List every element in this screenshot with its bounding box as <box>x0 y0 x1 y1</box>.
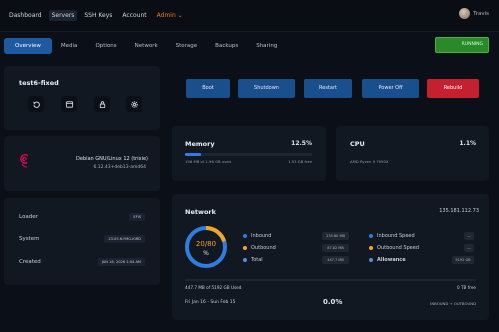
os-name: Debian GNU/Linux 12 (trixie) <box>75 156 148 162</box>
inbound-speed-dot <box>369 234 373 238</box>
tab-network[interactable]: Network <box>126 38 167 54</box>
gear-icon[interactable] <box>126 96 142 112</box>
allowance-progress-bar <box>185 279 476 281</box>
rebuild-button[interactable]: Rebuild <box>427 79 479 98</box>
user-menu[interactable]: Travis <box>459 8 489 19</box>
main-nav: Dashboard Servers SSH Keys Account Admin… <box>6 10 186 21</box>
tab-overview[interactable]: Overview <box>4 38 52 54</box>
outbound-value: 87.82 MB <box>322 244 349 252</box>
outbound-speed-dot <box>369 246 373 250</box>
total-dot <box>243 258 247 262</box>
cpu-percent: 1.1% <box>459 140 476 147</box>
system-value: 23.05.6-YMG-KIRD <box>104 235 145 243</box>
tab-sharing[interactable]: Sharing <box>247 38 286 54</box>
created-value: JAN 16, 2026 2:04 AM <box>97 258 145 266</box>
tab-options[interactable]: Options <box>86 38 125 54</box>
nav-servers[interactable]: Servers <box>48 10 78 21</box>
tab-storage[interactable]: Storage <box>167 38 207 54</box>
reinstall-icon[interactable] <box>28 96 44 112</box>
tab-media[interactable]: Media <box>52 38 87 54</box>
nav-dashboard[interactable]: Dashboard <box>6 10 45 21</box>
memory-title: Memory <box>185 140 215 148</box>
os-kernel: 6.12.43+deb13-amd64 <box>93 165 146 170</box>
nav-account[interactable]: Account <box>119 10 149 21</box>
allowance-value: 5192 GB <box>452 256 474 264</box>
period-legend: INBOUND + OUTBOUND <box>430 301 476 306</box>
network-card: Network 135.181.112.73 20/80 % Inbound 2… <box>172 194 489 320</box>
inbound-label: Inbound <box>251 233 272 239</box>
server-card: test6-fixed <box>4 66 160 130</box>
sub-bar: Overview Media Options Network Storage B… <box>0 33 499 59</box>
allowance-dot <box>369 258 373 262</box>
avatar <box>459 8 471 19</box>
inbound-speed-label: Inbound Speed <box>377 233 415 239</box>
boot-button[interactable]: Boot <box>186 79 230 98</box>
system-label: System <box>19 236 40 242</box>
cpu-title: CPU <box>350 140 365 148</box>
created-label: Created <box>19 259 41 265</box>
memory-card: Memory 12.5% 196 MB of 1.96 GB used 1.53… <box>172 126 326 181</box>
allowance-label: Allowance <box>377 257 406 263</box>
status-badge: RUNNING <box>435 37 489 53</box>
outbound-label: Outbound <box>251 245 276 251</box>
usage-free: 0 TB free <box>456 285 476 290</box>
cpu-card: CPU 1.1% AMD Ryzen 9 7950X <box>336 126 489 181</box>
loader-label: Loader <box>19 214 38 220</box>
inbound-dot <box>243 234 247 238</box>
loader-value: EFIS <box>129 213 145 221</box>
outbound-dot <box>243 246 247 250</box>
console-icon[interactable] <box>61 96 77 112</box>
period-text: Fri Jan 16 - Sun Feb 15 <box>185 300 236 305</box>
memory-detail: 196 MB of 1.96 GB used <box>185 159 231 164</box>
network-ip: 135.181.112.73 <box>439 208 479 214</box>
outbound-speed-value: — <box>464 244 474 252</box>
user-name: Travis <box>473 10 489 17</box>
memory-extra: 1.53 GB free <box>288 159 312 164</box>
period-percent: 0.0% <box>323 298 343 306</box>
inbound-value: 235.80 MB <box>322 232 349 240</box>
usage-text: 447.7 MB of 5192 GB Used <box>185 285 242 290</box>
gauge-value: 20/80 <box>195 240 217 248</box>
top-bar: Dashboard Servers SSH Keys Account Admin… <box>0 0 499 32</box>
memory-progress-fill <box>185 153 201 156</box>
memory-progress-bar <box>185 153 312 156</box>
info-card: Loader EFIS System 23.05.6-YMG-KIRD Crea… <box>4 198 160 285</box>
memory-percent: 12.5% <box>291 140 312 147</box>
tab-backups[interactable]: Backups <box>206 38 247 54</box>
gauge-unit: % <box>203 250 209 257</box>
power-off-button[interactable]: Power Off <box>362 79 419 98</box>
inbound-speed-value: — <box>464 232 474 240</box>
debian-logo-icon <box>20 154 29 168</box>
network-title: Network <box>185 208 216 216</box>
os-card: Debian GNU/Linux 12 (trixie) 6.12.43+deb… <box>4 136 160 191</box>
total-value: 447.7 MB <box>322 256 349 264</box>
outbound-speed-label: Outbound Speed <box>377 245 420 251</box>
shutdown-button[interactable]: Shutdown <box>238 79 295 98</box>
nav-admin[interactable]: Admin ⌄ <box>154 10 186 21</box>
server-tabs: Overview Media Options Network Storage B… <box>4 38 286 54</box>
restart-button[interactable]: Restart <box>304 79 352 98</box>
nav-ssh-keys[interactable]: SSH Keys <box>81 10 115 21</box>
server-name: test6-fixed <box>19 79 59 87</box>
lock-icon[interactable] <box>94 96 110 112</box>
total-label: Total <box>251 257 263 263</box>
cpu-detail: AMD Ryzen 9 7950X <box>350 159 389 164</box>
